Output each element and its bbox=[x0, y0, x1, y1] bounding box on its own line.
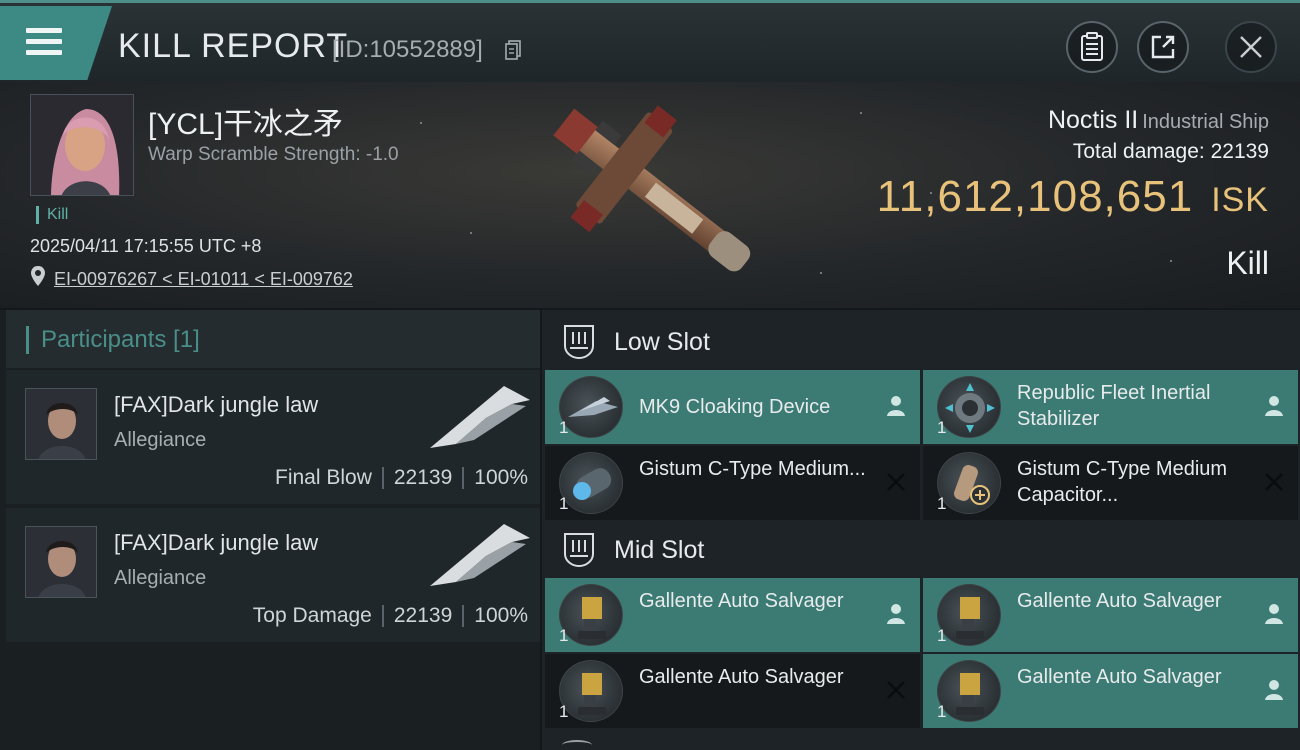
participant-damage: 22139 bbox=[393, 466, 453, 489]
clipboard-icon bbox=[1081, 32, 1103, 61]
auto-salvager-icon bbox=[937, 660, 1001, 722]
item-quantity: 1 bbox=[937, 702, 947, 721]
ship-name: Noctis II Industrial Ship bbox=[1047, 106, 1269, 134]
item-name: Gistum C-Type Medium... bbox=[639, 458, 866, 480]
auto-salvager-icon bbox=[559, 660, 623, 722]
item-name: Gallente Auto Salvager bbox=[639, 590, 844, 612]
participant-role: Top Damage bbox=[252, 604, 372, 627]
item-quantity: 1 bbox=[559, 494, 569, 513]
isk-unit: ISK bbox=[1211, 181, 1269, 219]
participant-avatar[interactable] bbox=[25, 526, 97, 598]
title-bar: KILL REPORT [ID:10552889] bbox=[0, 0, 1300, 82]
item-name: Gallente Auto Salvager bbox=[639, 666, 844, 688]
dropped-person-icon bbox=[887, 604, 905, 624]
share-button[interactable] bbox=[1137, 21, 1189, 73]
cloaking-device-icon bbox=[559, 376, 623, 438]
participant-damage-percent: 100% bbox=[474, 604, 528, 627]
next-slot-header-peek bbox=[562, 740, 592, 750]
item-name: Gistum C-Type Medium Capacitor... bbox=[1017, 458, 1228, 506]
location-pin-icon bbox=[31, 266, 45, 286]
location-link[interactable]: EI-00976267 < EI-01011 < EI-009762 bbox=[54, 269, 353, 290]
participant-stats: Top Damage 22139 100% bbox=[253, 604, 528, 628]
fitted-item[interactable]: 1 Gallente Auto Salvager bbox=[545, 578, 920, 652]
ship-class: Industrial Ship bbox=[1142, 111, 1269, 133]
fitted-item[interactable]: 1 Gallente Auto Salvager bbox=[923, 578, 1298, 652]
participant-damage: 22139 bbox=[393, 604, 453, 627]
copy-icon[interactable] bbox=[505, 40, 521, 60]
participant-name: [FAX]Dark jungle law bbox=[114, 392, 319, 417]
participants-header[interactable]: Participants [1] bbox=[6, 310, 540, 368]
item-quantity: 1 bbox=[937, 626, 947, 645]
participant-ship-icon[interactable] bbox=[426, 520, 532, 590]
page-title: KILL REPORT bbox=[118, 27, 349, 65]
fitted-item[interactable]: 1 Republic Fleet Inertial Stabilizer bbox=[923, 370, 1298, 444]
fitted-item[interactable]: 1 Gallente Auto Salvager bbox=[545, 654, 920, 728]
dropped-person-icon bbox=[1265, 396, 1283, 416]
capacitor-power-relay-icon bbox=[937, 452, 1001, 514]
mid-slot-icon bbox=[564, 533, 594, 568]
fitted-item[interactable]: 1 MK9 Cloaking Device bbox=[545, 370, 920, 444]
warp-scramble-strength: Warp Scramble Strength: -1.0 bbox=[148, 144, 399, 165]
fitting-slots-panel: Low Slot 1 MK9 Cloaking Device 1 Republi… bbox=[542, 310, 1300, 750]
victim-portrait[interactable] bbox=[30, 94, 134, 196]
auto-salvager-icon bbox=[559, 584, 623, 646]
low-slot-header: Low Slot bbox=[542, 312, 1300, 370]
item-quantity: 1 bbox=[937, 494, 947, 513]
kill-result: Kill bbox=[1226, 245, 1269, 281]
participant-damage-percent: 100% bbox=[474, 466, 528, 489]
inertial-stabilizer-icon bbox=[937, 376, 1001, 438]
item-name: Gallente Auto Salvager bbox=[1017, 666, 1222, 688]
close-icon bbox=[1240, 36, 1262, 58]
item-name: Republic Fleet Inertial Stabilizer bbox=[1017, 382, 1211, 430]
kill-type-tag: Kill bbox=[36, 206, 68, 224]
kill-timestamp: 2025/04/11 17:15:55 UTC +8 bbox=[30, 236, 262, 256]
item-name: Gallente Auto Salvager bbox=[1017, 590, 1222, 612]
destroyed-x-icon bbox=[887, 681, 905, 699]
fitted-item[interactable]: 1 Gallente Auto Salvager bbox=[923, 654, 1298, 728]
participant-affiliation: Allegiance bbox=[114, 429, 207, 451]
participant-card[interactable]: [FAX]Dark jungle law Allegiance Top Dama… bbox=[6, 508, 540, 642]
participant-card[interactable]: [FAX]Dark jungle law Allegiance Final Bl… bbox=[6, 370, 540, 504]
hamburger-menu-icon bbox=[26, 28, 62, 58]
auto-salvager-icon bbox=[937, 584, 1001, 646]
total-damage: Total damage: 22139 bbox=[1072, 140, 1269, 163]
dropped-person-icon bbox=[887, 396, 905, 416]
capacitor-module-icon bbox=[559, 452, 623, 514]
mid-slot-title: Mid Slot bbox=[614, 536, 705, 564]
participant-affiliation: Allegiance bbox=[114, 567, 207, 589]
participant-name: [FAX]Dark jungle law bbox=[114, 530, 319, 555]
fitted-item[interactable]: 1 Gistum C-Type Medium Capacitor... bbox=[923, 446, 1298, 520]
clipboard-button[interactable] bbox=[1066, 21, 1118, 73]
participant-ship-icon[interactable] bbox=[426, 382, 532, 452]
participant-role: Final Blow bbox=[275, 466, 372, 489]
victim-header: [YCL]干冰之矛 Warp Scramble Strength: -1.0 K… bbox=[0, 82, 1300, 308]
low-slot-icon bbox=[564, 325, 594, 360]
dropped-person-icon bbox=[1265, 680, 1283, 700]
low-slot-title: Low Slot bbox=[614, 328, 710, 356]
victim-ship-image[interactable] bbox=[530, 92, 780, 297]
participants-panel: Participants [1] [FAX]Dark jungle law Al… bbox=[0, 310, 540, 750]
close-button[interactable] bbox=[1225, 21, 1277, 73]
dropped-person-icon bbox=[1265, 604, 1283, 624]
item-quantity: 1 bbox=[559, 702, 569, 721]
item-quantity: 1 bbox=[559, 626, 569, 645]
participants-title: Participants [1] bbox=[26, 326, 200, 354]
item-name: MK9 Cloaking Device bbox=[639, 396, 831, 418]
menu-button[interactable] bbox=[0, 6, 112, 80]
participant-avatar[interactable] bbox=[25, 388, 97, 460]
destroyed-x-icon bbox=[887, 473, 905, 491]
total-damage-value: 22139 bbox=[1210, 140, 1269, 163]
avatar bbox=[31, 95, 133, 195]
isk-value: 11,612,108,651 ISK bbox=[876, 172, 1269, 221]
participant-stats: Final Blow 22139 100% bbox=[275, 466, 528, 490]
mid-slot-header: Mid Slot bbox=[542, 520, 1300, 578]
item-quantity: 1 bbox=[559, 418, 569, 437]
destroyed-x-icon bbox=[1265, 473, 1283, 491]
fitted-item[interactable]: 1 Gistum C-Type Medium... bbox=[545, 446, 920, 520]
victim-name: [YCL]干冰之矛 bbox=[148, 108, 344, 141]
item-quantity: 1 bbox=[937, 418, 947, 437]
report-id: [ID:10552889] bbox=[332, 36, 483, 63]
share-icon bbox=[1151, 35, 1175, 59]
